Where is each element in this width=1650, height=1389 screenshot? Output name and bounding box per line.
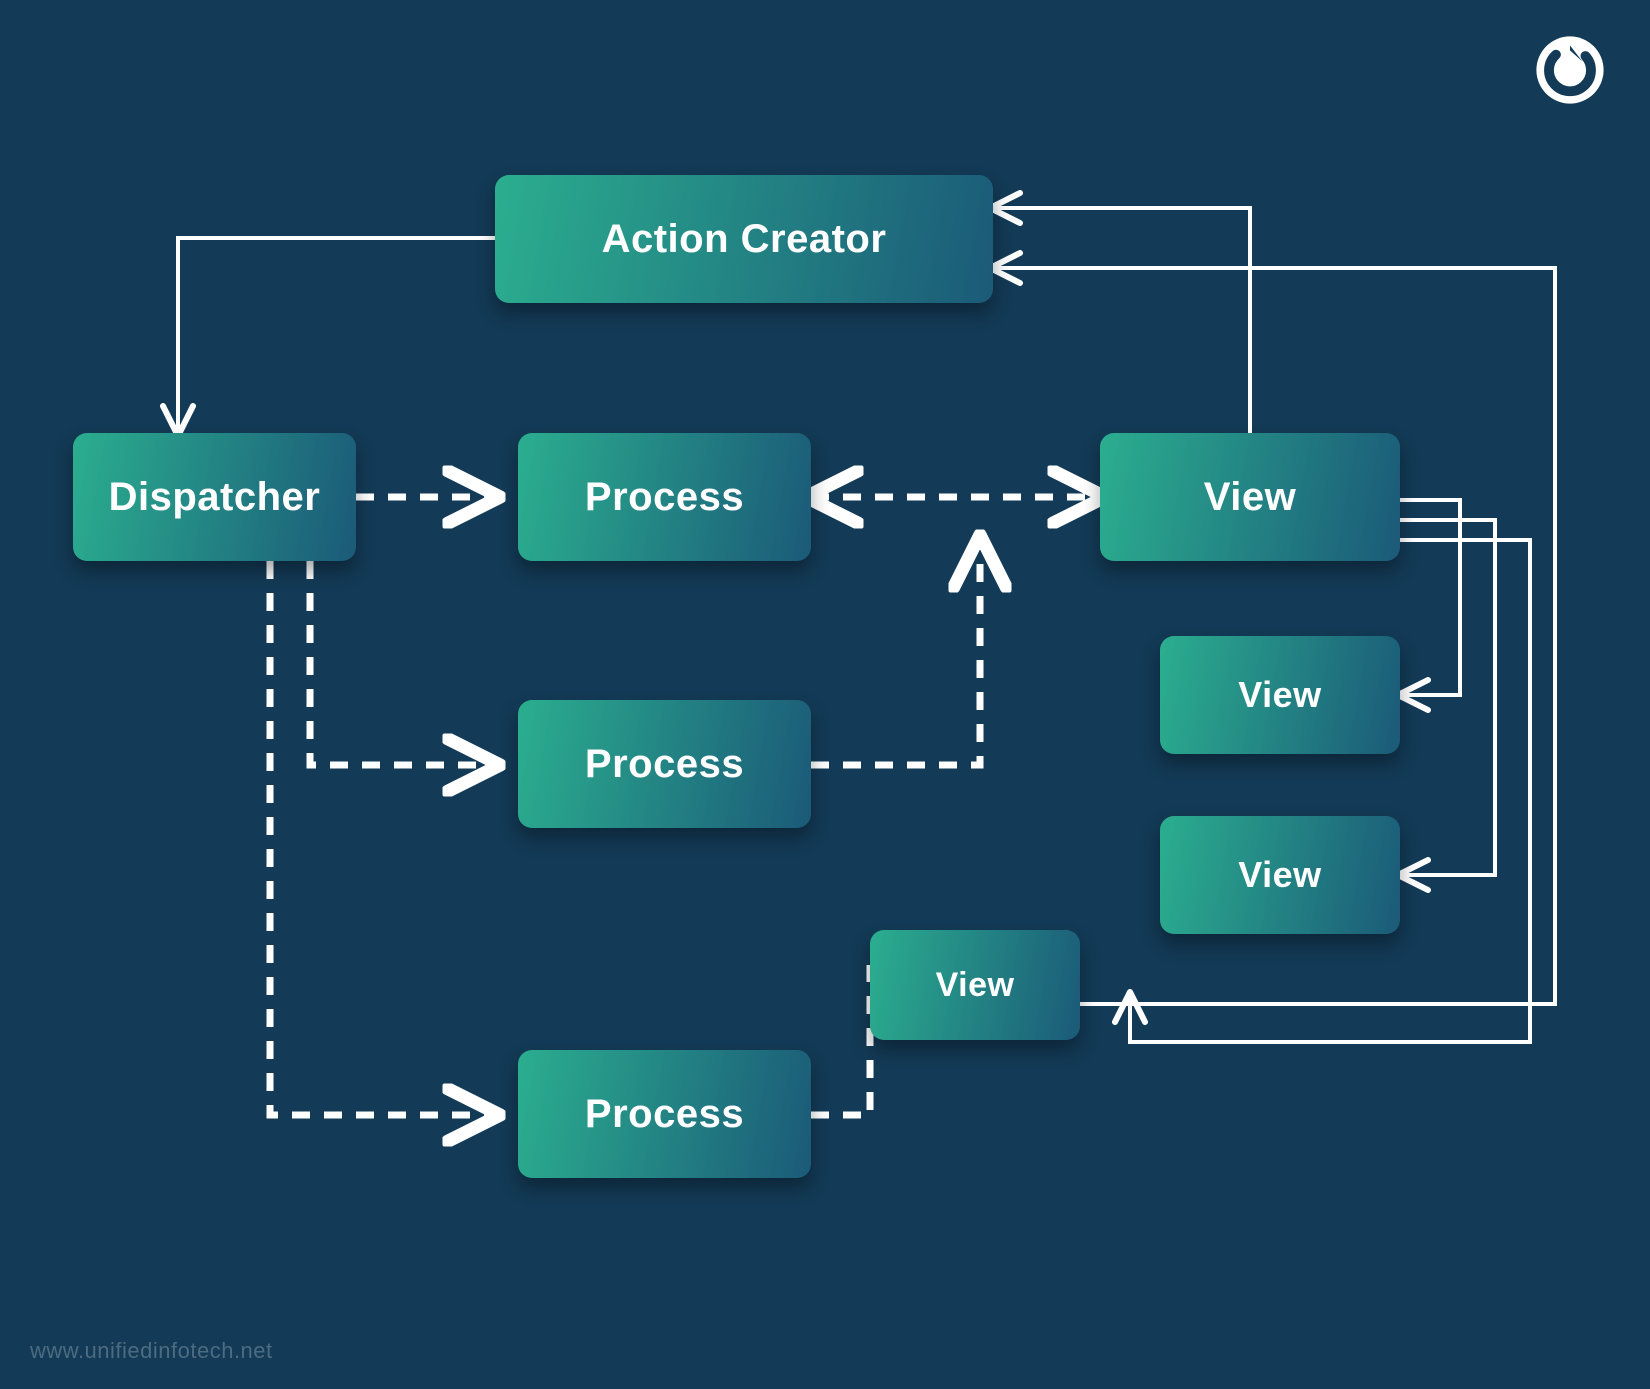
node-view-child-2: View [1160, 816, 1400, 934]
node-label: View [1238, 854, 1321, 896]
node-label: View [1238, 674, 1321, 716]
node-dispatcher: Dispatcher [73, 433, 356, 561]
node-label: Process [585, 1092, 744, 1137]
node-process-3: Process [518, 1050, 811, 1178]
node-label: View [936, 966, 1015, 1005]
node-action-creator: Action Creator [495, 175, 993, 303]
node-process-2: Process [518, 700, 811, 828]
node-process-1: Process [518, 433, 811, 561]
node-view-child-1: View [1160, 636, 1400, 754]
node-label: Process [585, 475, 744, 520]
node-label: Action Creator [602, 217, 887, 262]
brand-logo [1535, 35, 1605, 105]
footer-text: www.unifiedinfotech.net [30, 1338, 273, 1363]
node-view-top: View [1100, 433, 1400, 561]
node-view-center: View [870, 930, 1080, 1040]
node-label: Process [585, 742, 744, 787]
node-label: View [1204, 475, 1296, 520]
node-label: Dispatcher [109, 475, 321, 520]
logo-icon [1535, 35, 1605, 105]
footer-attribution: www.unifiedinfotech.net [30, 1338, 273, 1364]
